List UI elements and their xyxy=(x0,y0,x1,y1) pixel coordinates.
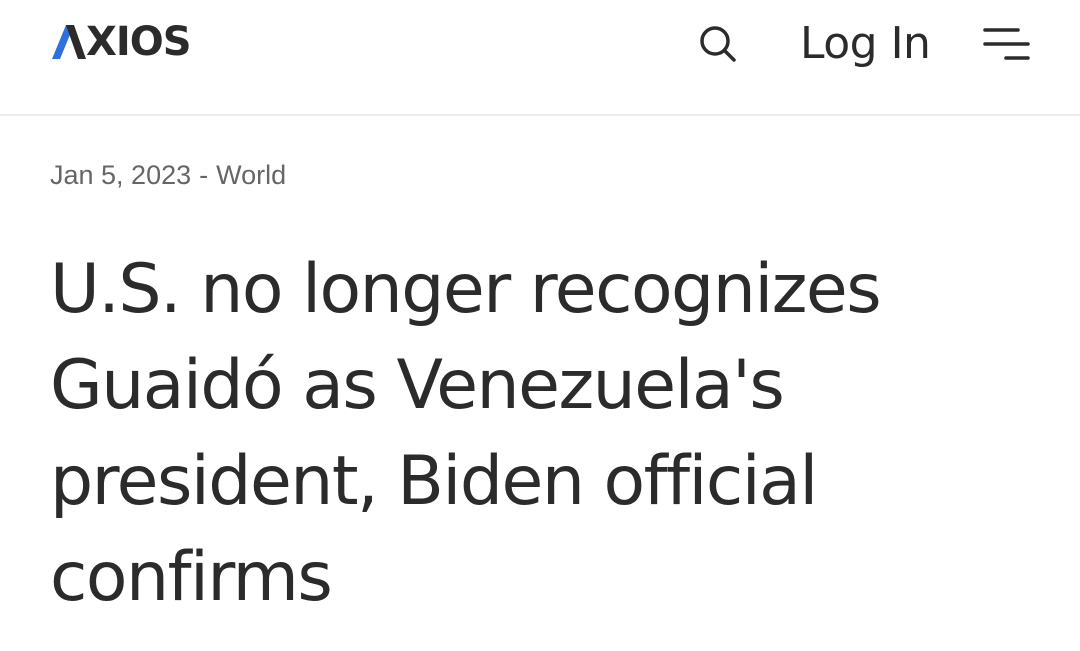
logo-text: XIOS xyxy=(86,19,192,65)
section-link-world[interactable]: World xyxy=(216,160,286,190)
axios-a-mark-icon xyxy=(52,25,86,59)
article-date: Jan 5, 2023 xyxy=(50,160,192,190)
login-link[interactable]: Log In xyxy=(800,18,931,70)
article-headline: U.S. no longer recognizes Guaidó as Vene… xyxy=(50,250,882,617)
meta-separator: - xyxy=(199,160,209,190)
article-meta: Jan 5, 2023- World xyxy=(50,160,286,191)
axios-logo[interactable]: XIOS xyxy=(52,19,192,65)
hamburger-menu-icon xyxy=(983,28,1030,60)
search-button[interactable] xyxy=(696,22,740,66)
search-icon xyxy=(700,26,736,62)
site-header: XIOS Log In xyxy=(0,0,1080,116)
menu-button[interactable] xyxy=(982,22,1032,66)
